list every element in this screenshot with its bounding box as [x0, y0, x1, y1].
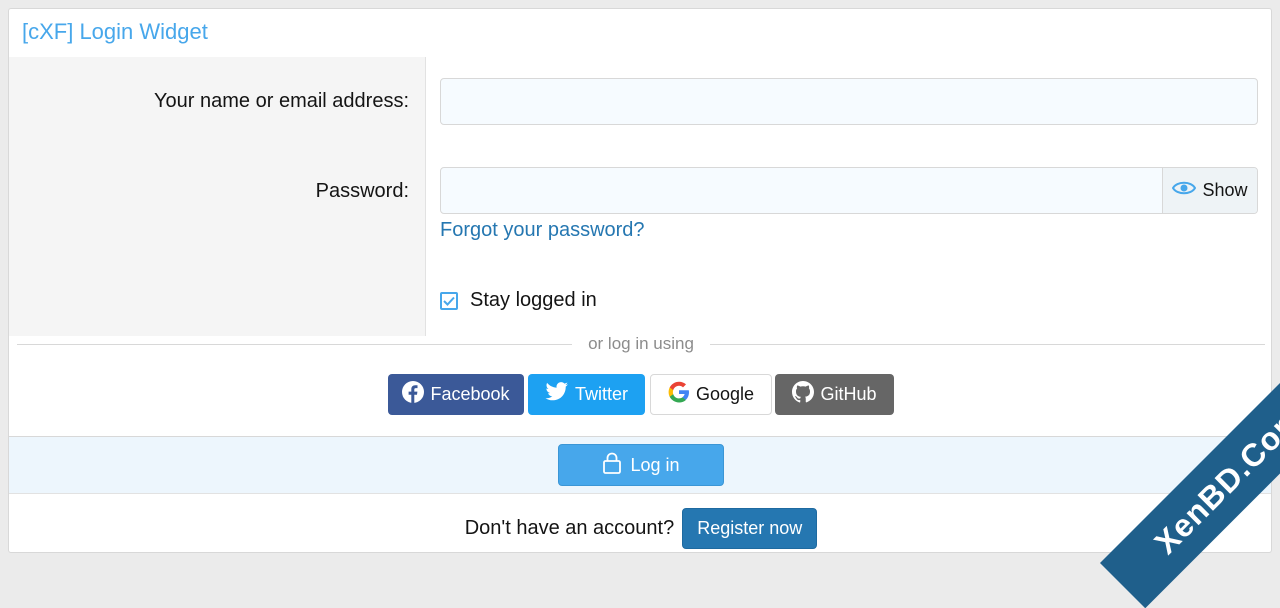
- show-password-label: Show: [1202, 180, 1248, 200]
- password-field: Show: [440, 167, 1258, 214]
- register-button[interactable]: Register now: [682, 507, 818, 549]
- stay-logged-in-label: Stay logged in: [470, 289, 597, 311]
- social-divider: or log in using: [17, 333, 1265, 355]
- forgot-password-link[interactable]: Forgot your password?: [440, 219, 645, 242]
- google-label: Google: [695, 384, 755, 404]
- eye-icon: [1172, 180, 1197, 201]
- login-widget: [cXF] Login Widget Your name or email ad…: [8, 8, 1272, 553]
- stay-logged-in-checkbox[interactable]: [440, 291, 458, 310]
- login-label: Log in: [630, 454, 680, 475]
- github-label: GitHub: [820, 384, 877, 404]
- password-label: Password:: [315, 180, 409, 202]
- google-login-button[interactable]: Google: [650, 374, 772, 415]
- facebook-login-button[interactable]: Facebook: [388, 374, 524, 415]
- github-icon: [792, 381, 815, 408]
- facebook-icon: [402, 381, 425, 408]
- twitter-label: Twitter: [574, 384, 628, 404]
- login-bar: Log in: [9, 436, 1271, 494]
- username-label: Your name or email address:: [154, 90, 409, 112]
- show-password-button[interactable]: Show: [1162, 168, 1257, 213]
- register-row: Don't have an account? Register now: [9, 502, 1271, 552]
- check-icon: [443, 296, 455, 306]
- google-icon: [668, 381, 690, 408]
- password-input[interactable]: [441, 168, 1163, 213]
- divider-text: or log in using: [588, 334, 694, 353]
- username-input[interactable]: [440, 78, 1258, 125]
- github-login-button[interactable]: GitHub: [775, 374, 894, 415]
- widget-title: [cXF] Login Widget: [22, 19, 208, 44]
- facebook-label: Facebook: [430, 384, 510, 404]
- no-account-text: Don't have an account?: [464, 516, 675, 539]
- stay-logged-in[interactable]: Stay logged in: [440, 289, 597, 312]
- twitter-login-button[interactable]: Twitter: [528, 374, 645, 415]
- lock-icon: [602, 452, 622, 479]
- twitter-icon: [545, 382, 569, 407]
- login-button[interactable]: Log in: [558, 444, 724, 486]
